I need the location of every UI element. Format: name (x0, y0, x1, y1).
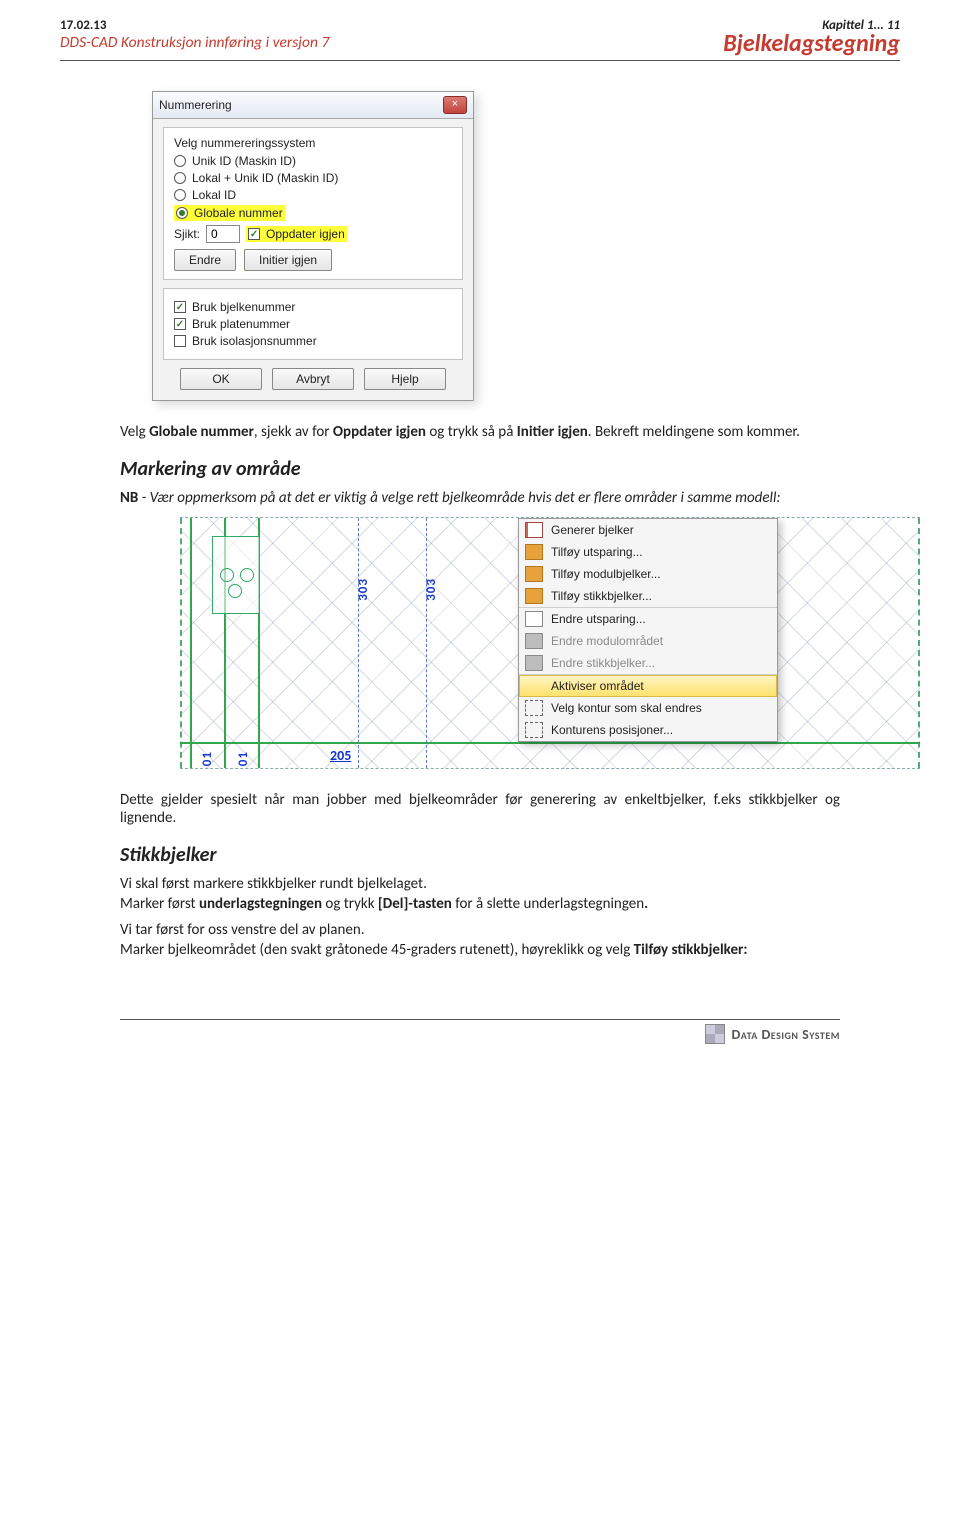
initier-igjen-button[interactable]: Initier igjen (244, 249, 332, 271)
check-platenummer[interactable]: ✓ Bruk platenummer (174, 317, 452, 331)
sjikt-label: Sjikt: (174, 227, 200, 241)
ctx-label: Generer bjelker (551, 523, 634, 537)
cad-green-horizontal (180, 742, 920, 744)
body-paragraph-nb: NB - Vær oppmerksom på at det er viktig … (120, 489, 840, 507)
radio-lokal-id[interactable]: Lokal ID (174, 188, 452, 202)
ctx-label: Velg kontur som skal endres (551, 701, 702, 715)
header-subtitle: DDS-CAD Konstruksjon innføring i versjon… (60, 33, 329, 52)
cad-label-303: 303 (356, 578, 371, 601)
checkbox-oppdater[interactable]: ✓ (248, 228, 260, 240)
module-icon (525, 633, 543, 649)
ctx-velg-kontur[interactable]: Velg kontur som skal endres (519, 697, 777, 719)
check-isolasjonsnummer[interactable]: Bruk isolasjonsnummer (174, 334, 452, 348)
initier-highlight: Initier igjen (244, 249, 332, 271)
cad-figure: 303 303 01 01 205 Generer bjelker Tilføy… (180, 517, 920, 769)
ctx-label: Endre utsparing... (551, 612, 646, 626)
checkbox-icon: ✓ (174, 301, 186, 313)
radio-globale-highlight: Globale nummer (174, 205, 285, 221)
blank-icon (525, 678, 543, 694)
radio-icon (174, 189, 186, 201)
ctx-label: Endre stikkbjelker... (551, 656, 655, 670)
body-paragraph-5: Marker først underlagstegningen og trykk… (120, 895, 840, 913)
sjikt-field[interactable] (206, 225, 240, 243)
ctx-tilfoy-utsparing[interactable]: Tilføy utsparing... (519, 541, 777, 563)
cad-circle (240, 568, 254, 582)
radio-icon (174, 155, 186, 167)
opening-icon (525, 544, 543, 560)
radio-icon[interactable] (176, 207, 188, 219)
checkbox-icon (174, 335, 186, 347)
hjelp-button[interactable]: Hjelp (364, 368, 446, 390)
avbryt-button[interactable]: Avbryt (272, 368, 354, 390)
cad-circle (220, 568, 234, 582)
ctx-label: Konturens posisjoner... (551, 723, 673, 737)
ctx-endre-utsparing[interactable]: Endre utsparing... (519, 608, 777, 630)
page-footer: Data Design System (120, 1019, 840, 1044)
ctx-endre-stikkbjelker: Endre stikkbjelker... (519, 652, 777, 675)
radio-label: Lokal + Unik ID (Maskin ID) (192, 171, 338, 185)
radio-lokal-unik-id[interactable]: Lokal + Unik ID (Maskin ID) (174, 171, 452, 185)
dialog-nummerering: Nummerering × Velg nummereringssystem Un… (152, 91, 474, 401)
cad-label-303: 303 (424, 578, 439, 601)
oppdater-label: Oppdater igjen (266, 227, 345, 241)
cad-label-01: 01 (200, 751, 215, 766)
radio-unik-id[interactable]: Unik ID (Maskin ID) (174, 154, 452, 168)
bars-icon (525, 522, 543, 538)
body-paragraph-4: Vi skal først markere stikkbjelker rundt… (120, 875, 840, 893)
ctx-aktiviser-omradet[interactable]: Aktiviser området (519, 675, 777, 697)
form-icon (525, 611, 543, 627)
numbering-prompt: Velg nummereringssystem (174, 136, 452, 150)
numbering-system-group: Velg nummereringssystem Unik ID (Maskin … (163, 127, 463, 280)
ctx-label: Tilføy utsparing... (551, 545, 643, 559)
check-bjelkenummer[interactable]: ✓ Bruk bjelkenummer (174, 300, 452, 314)
ctx-label: Endre modulområdet (551, 634, 663, 648)
ctx-label: Aktiviser området (551, 679, 644, 693)
close-button[interactable]: × (443, 96, 467, 114)
dialog-title-label: Nummerering (159, 98, 232, 112)
stub-icon (525, 588, 543, 604)
checkbox-icon: ✓ (174, 318, 186, 330)
oppdater-highlight: ✓ Oppdater igjen (246, 226, 347, 242)
radio-icon (174, 172, 186, 184)
radio-label: Lokal ID (192, 188, 236, 202)
header-date: 17.02.13 (60, 18, 329, 33)
ctx-konturens-posisjoner[interactable]: Konturens posisjoner... (519, 719, 777, 741)
body-paragraph-7: Marker bjelkeområdet (den svakt gråtoned… (120, 941, 840, 959)
body-paragraph-3: Dette gjelder spesielt når man jobber me… (120, 791, 840, 827)
body-paragraph-6: Vi tar først for oss venstre del av plan… (120, 921, 840, 939)
context-menu: Generer bjelker Tilføy utsparing... Tilf… (518, 518, 778, 742)
stub-icon (525, 655, 543, 671)
section-heading-stikkbjelker: Stikkbjelker (120, 843, 840, 867)
ctx-tilfoy-stikkbjelker[interactable]: Tilføy stikkbjelker... (519, 585, 777, 608)
check-label: Bruk bjelkenummer (192, 300, 295, 314)
cad-blue-dashed (426, 518, 427, 768)
ctx-generer-bjelker[interactable]: Generer bjelker (519, 519, 777, 541)
endre-button[interactable]: Endre (174, 249, 236, 271)
ctx-tilfoy-modulbjelker[interactable]: Tilføy modulbjelker... (519, 563, 777, 585)
cad-dimension-205: 205 (330, 747, 351, 764)
ctx-label: Tilføy modulbjelker... (551, 567, 661, 581)
points-icon (525, 722, 543, 738)
contour-icon (525, 700, 543, 716)
body-paragraph-1: Velg Globale nummer, sjekk av for Oppdat… (120, 423, 840, 441)
radio-label: Unik ID (Maskin ID) (192, 154, 296, 168)
cad-circle (228, 584, 242, 598)
dialog-titlebar: Nummerering × (153, 92, 473, 119)
ok-button[interactable]: OK (180, 368, 262, 390)
dds-logo-icon (705, 1024, 725, 1044)
radio-label: Globale nummer (194, 206, 283, 220)
check-label: Bruk isolasjonsnummer (192, 334, 317, 348)
module-icon (525, 566, 543, 582)
page-header: 17.02.13 DDS-CAD Konstruksjon innføring … (60, 18, 900, 61)
cad-label-01: 01 (236, 751, 251, 766)
ctx-label: Tilføy stikkbjelker... (551, 589, 652, 603)
footer-brand: Data Design System (731, 1026, 840, 1043)
ctx-endre-modulomradet: Endre modulområdet (519, 630, 777, 652)
check-label: Bruk platenummer (192, 317, 290, 331)
header-title: Bjelkelagstegning (723, 29, 900, 58)
use-numbers-group: ✓ Bruk bjelkenummer ✓ Bruk platenummer B… (163, 288, 463, 360)
cad-green-vertical (190, 518, 192, 768)
section-heading-markering: Markering av område (120, 457, 840, 481)
cad-blue-dashed (358, 518, 359, 768)
